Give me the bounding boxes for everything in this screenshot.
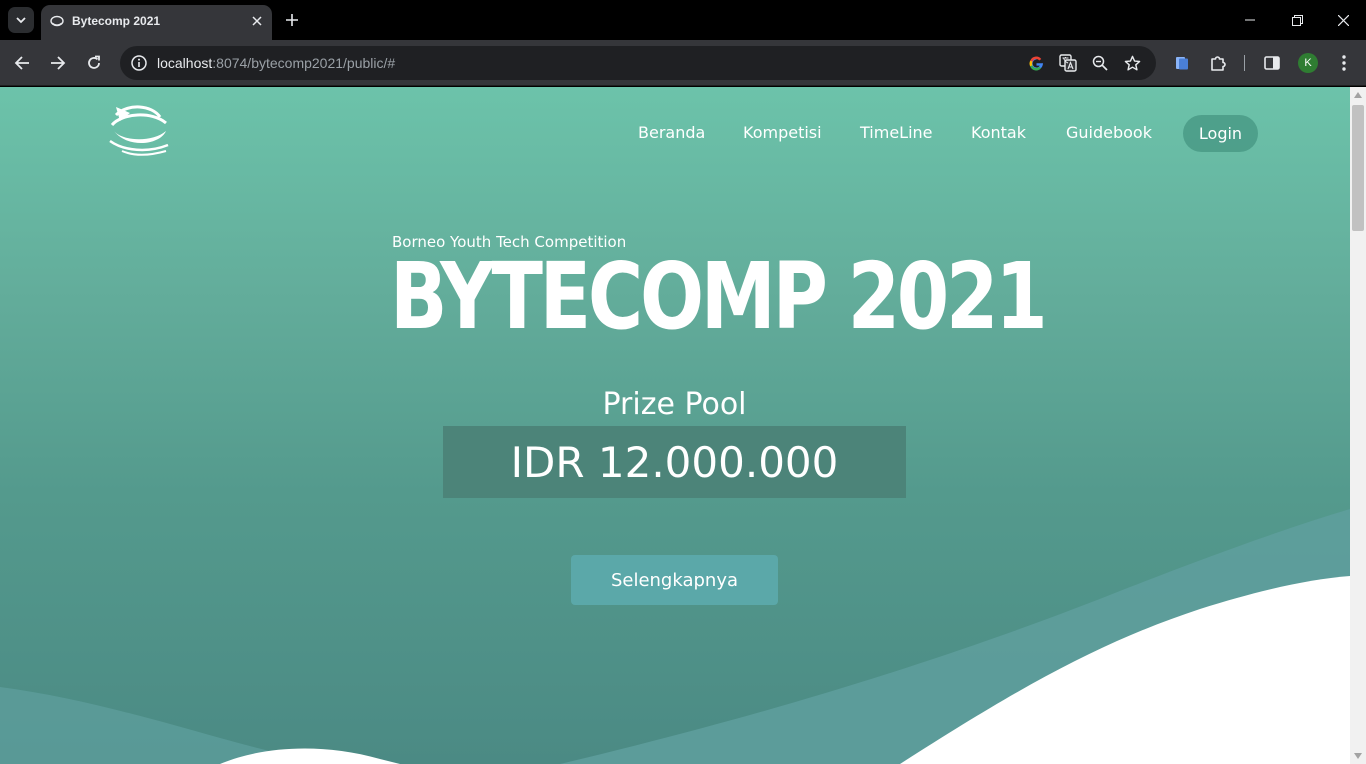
- restore-icon: [1291, 14, 1303, 26]
- google-lens-button[interactable]: [1026, 53, 1046, 73]
- site-info-button[interactable]: [128, 52, 150, 74]
- close-icon: [252, 16, 262, 26]
- close-icon: [1337, 14, 1349, 26]
- triangle-up-icon: [1354, 92, 1362, 98]
- tab-title: Bytecomp 2021: [72, 14, 161, 28]
- reload-button[interactable]: [82, 51, 106, 75]
- nav-item-timeline[interactable]: TimeLine: [860, 123, 933, 142]
- more-vertical-icon: [1342, 55, 1346, 71]
- tab-search-button[interactable]: [8, 7, 34, 33]
- nav-item-kontak[interactable]: Kontak: [971, 123, 1026, 142]
- back-button[interactable]: [10, 51, 34, 75]
- browser-menu-button[interactable]: [1333, 52, 1355, 74]
- document-extension-icon: [1176, 57, 1188, 70]
- scrollbar-thumb[interactable]: [1352, 105, 1364, 231]
- minimize-icon: [1245, 19, 1255, 21]
- reload-icon: [88, 55, 100, 69]
- minimize-button[interactable]: [1238, 8, 1262, 32]
- profile-avatar[interactable]: K: [1298, 53, 1318, 73]
- address-bar[interactable]: localhost:8074/bytecomp2021/public/#: [120, 46, 1156, 80]
- prize-pool-box: IDR 12.000.000: [443, 426, 906, 498]
- site-favicon-icon: [50, 15, 64, 27]
- side-panel-icon: [1264, 56, 1280, 70]
- translate-button[interactable]: [1058, 53, 1078, 73]
- info-icon: [131, 55, 147, 71]
- browser-toolbar: localhost:8074/bytecomp2021/public/# K: [0, 40, 1366, 86]
- login-button[interactable]: Login: [1183, 115, 1258, 152]
- forward-button[interactable]: [46, 51, 70, 75]
- arrow-left-icon: [14, 56, 29, 70]
- hero-title: BYTECOMP 2021: [390, 243, 1048, 350]
- prize-pool-value: IDR 12.000.000: [510, 437, 839, 487]
- arrow-right-icon: [51, 56, 66, 70]
- nav-item-guidebook[interactable]: Guidebook: [1066, 123, 1152, 142]
- main-nav: Beranda Kompetisi TimeLine Kontak Guideb…: [0, 115, 1350, 152]
- url-host: localhost: [157, 55, 213, 71]
- url-path: :8074/bytecomp2021/public/#: [212, 55, 396, 71]
- new-tab-button[interactable]: [282, 10, 302, 30]
- page-scrollbar[interactable]: [1350, 87, 1366, 764]
- chevron-down-icon: [16, 17, 26, 24]
- selengkapnya-button[interactable]: Selengkapnya: [571, 555, 778, 605]
- scroll-up-button[interactable]: [1350, 87, 1366, 103]
- google-icon: [1029, 56, 1043, 70]
- translate-icon: [1059, 54, 1077, 72]
- puzzle-icon: [1211, 56, 1226, 71]
- star-icon: [1124, 55, 1140, 71]
- nav-item-kompetisi[interactable]: Kompetisi: [743, 123, 822, 142]
- tab-close-button[interactable]: [248, 12, 266, 30]
- toolbar-separator: [1244, 55, 1245, 71]
- restore-button[interactable]: [1285, 8, 1309, 32]
- zoom-button[interactable]: [1090, 53, 1110, 73]
- zoom-out-icon: [1092, 55, 1108, 71]
- page-viewport: Beranda Kompetisi TimeLine Kontak Guideb…: [0, 87, 1350, 764]
- close-window-button[interactable]: [1331, 8, 1355, 32]
- plus-icon: [286, 14, 298, 26]
- extensions-menu-button[interactable]: [1207, 52, 1229, 74]
- browser-tab-bar: Bytecomp 2021: [0, 0, 1366, 40]
- active-tab[interactable]: Bytecomp 2021: [41, 5, 272, 40]
- nav-item-beranda[interactable]: Beranda: [638, 123, 705, 142]
- prize-pool-label: Prize Pool: [602, 387, 747, 422]
- extension-button[interactable]: [1171, 52, 1193, 74]
- bookmark-button[interactable]: [1122, 53, 1142, 73]
- scroll-down-button[interactable]: [1350, 748, 1366, 764]
- url-text[interactable]: localhost:8074/bytecomp2021/public/#: [157, 55, 395, 71]
- side-panel-button[interactable]: [1261, 52, 1283, 74]
- triangle-down-icon: [1354, 753, 1362, 759]
